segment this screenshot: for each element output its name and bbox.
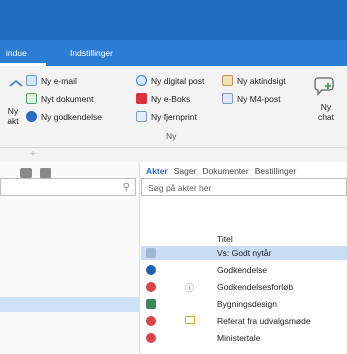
status-red-icon [146, 316, 156, 326]
new-eboks-button[interactable]: Ny e-Boks [136, 93, 190, 104]
left-selected-item[interactable] [0, 297, 140, 312]
new-m4-post-label: Ny M4-post [237, 93, 281, 104]
ribbon: Ny akt Ny e-mail Nyt dokument Ny godkend… [0, 66, 347, 148]
ribbon-sub-bar: + [0, 148, 347, 162]
new-access-request-button[interactable]: Ny aktindsigt [222, 75, 286, 86]
act-search-placeholder: Søg på akter her [148, 183, 212, 193]
tab-settings[interactable]: Indstillinger [70, 48, 113, 58]
left-pane: ⚲ [0, 162, 140, 354]
tab-bestillinger[interactable]: Bestillinger [255, 166, 297, 176]
table-row[interactable]: Referat fra udvalgsmøde [141, 314, 347, 328]
access-request-icon [222, 75, 233, 86]
new-email-label: Ny e-mail [41, 75, 77, 86]
left-search-box[interactable]: ⚲ [0, 178, 136, 196]
new-act-button[interactable]: Ny akt [2, 106, 24, 126]
status-red-icon [146, 333, 156, 343]
new-m4-post-button[interactable]: Ny M4-post [222, 93, 280, 104]
add-icon[interactable]: + [30, 149, 36, 160]
row-title: Referat fra udvalgsmøde [217, 316, 311, 326]
document-green-icon [146, 299, 156, 309]
printer-icon [136, 111, 147, 122]
row-title: Vs: Godt nytår [217, 248, 272, 258]
group-label-new: Ny [166, 131, 177, 141]
table-row[interactable]: Vs: Godt nytår [141, 246, 347, 260]
email-row-icon [146, 248, 156, 258]
row-title: Ministertale [217, 333, 261, 343]
new-act-icon[interactable] [8, 78, 24, 96]
row-title: Godkendelsesforløb [217, 282, 294, 292]
new-email-button[interactable]: Ny e-mail [26, 75, 77, 86]
table-row[interactable]: ⓘ Godkendelsesforløb [141, 280, 347, 294]
tab-akter[interactable]: Akter [146, 166, 168, 176]
row-title: Bygningsdesign [217, 299, 278, 309]
table-row[interactable]: Ministertale [141, 331, 347, 345]
email-icon [26, 75, 37, 86]
ribbon-tab-bar: indue Indstillinger [0, 40, 347, 66]
table-row[interactable]: Godkendelse [141, 263, 347, 277]
new-access-request-label: Ny aktindsigt [237, 75, 286, 86]
act-search-box[interactable]: Søg på akter her [141, 178, 347, 196]
folder-icon [185, 316, 195, 324]
new-chat-button[interactable]: Ny chat [312, 102, 340, 122]
document-icon [26, 93, 37, 104]
info-icon: ⓘ [185, 283, 195, 293]
new-digital-post-label: Ny digital post [151, 75, 205, 86]
new-digital-post-button[interactable]: Ny digital post [136, 75, 204, 86]
column-title-header[interactable]: Titel [217, 234, 233, 244]
search-icon[interactable]: ⚲ [123, 182, 130, 193]
tab-dokumenter[interactable]: Dokumenter [202, 166, 248, 176]
approval-check-icon [26, 111, 37, 122]
tab-sager[interactable]: Sager [174, 166, 197, 176]
column-header-row: Titel [141, 232, 347, 246]
title-bar [0, 0, 347, 40]
new-document-label: Nyt dokument [41, 93, 94, 104]
panel-tabs: Akter Sager Dokumenter Bestillinger [146, 166, 296, 176]
users-icon[interactable] [20, 168, 32, 178]
status-red-icon [146, 282, 156, 292]
new-approval-button[interactable]: Ny godkendelse [26, 111, 102, 122]
app-window: indue Indstillinger Ny akt Ny e-mail Nyt… [0, 0, 347, 354]
digital-post-icon [136, 75, 147, 86]
chat-icon[interactable] [314, 75, 336, 97]
new-document-button[interactable]: Nyt dokument [26, 93, 93, 104]
document-stack-icon[interactable] [40, 168, 51, 178]
row-title: Godkendelse [217, 265, 268, 275]
eboks-icon [136, 93, 147, 104]
m4-post-icon [222, 93, 233, 104]
table-row[interactable]: Bygningsdesign [141, 297, 347, 311]
approval-status-icon [146, 265, 156, 275]
new-approval-label: Ny godkendelse [41, 111, 102, 122]
new-remote-print-label: Ny fjernprint [151, 111, 197, 122]
new-remote-print-button[interactable]: Ny fjernprint [136, 111, 197, 122]
new-eboks-label: Ny e-Boks [151, 93, 191, 104]
